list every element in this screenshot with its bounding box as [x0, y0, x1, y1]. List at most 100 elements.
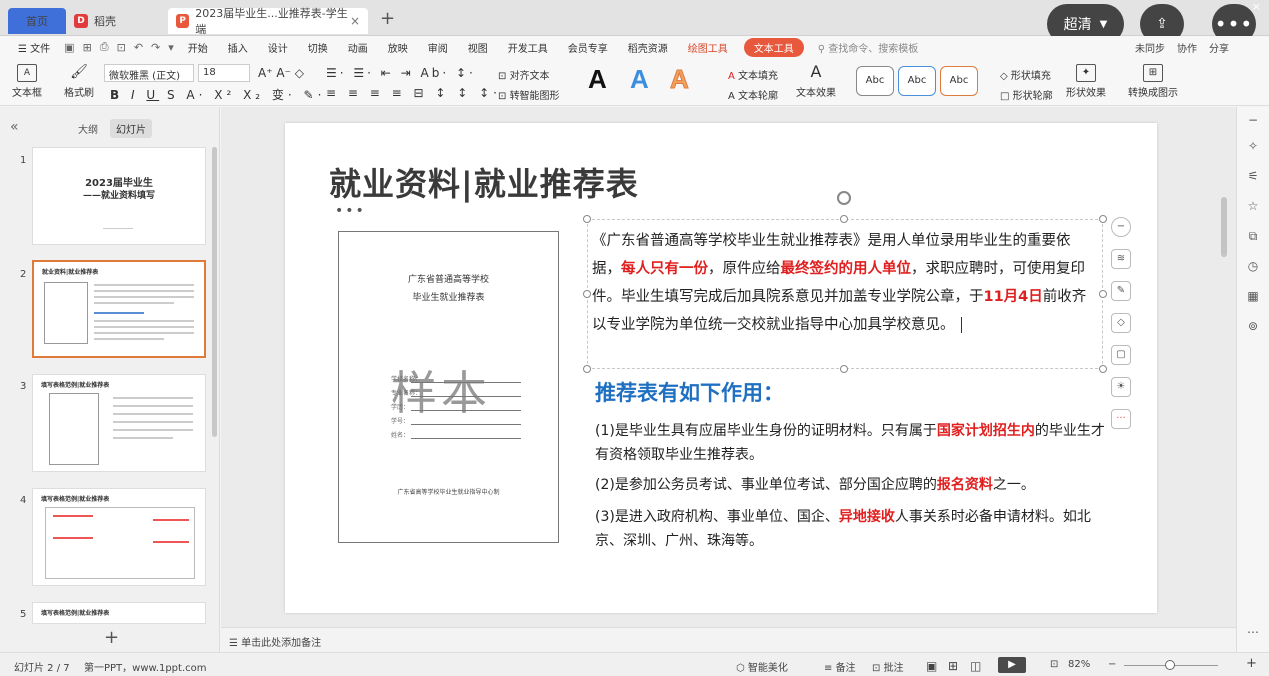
play-slideshow-button[interactable]: ▶ [998, 657, 1026, 673]
minimize-icon[interactable]: − [1245, 113, 1261, 129]
rotate-handle[interactable] [837, 191, 851, 205]
tab-home[interactable]: 首页 [8, 8, 66, 34]
menu-developer[interactable]: 开发工具 [498, 40, 558, 55]
redo-icon[interactable]: ↷ [147, 41, 164, 54]
save-icon[interactable]: ▣ [60, 41, 78, 54]
resize-handle[interactable] [583, 215, 591, 223]
menu-design[interactable]: 设计 [258, 40, 298, 55]
list-buttons[interactable]: ☰· ☰· ⇤ ⇥ Ab· ↕· [326, 66, 476, 80]
text-style-black[interactable]: A [588, 64, 607, 95]
resize-handle[interactable] [583, 290, 591, 298]
text-style-blue[interactable]: A [630, 64, 649, 95]
text-style-orange[interactable]: A [670, 64, 690, 95]
format-painter-button[interactable]: 🖌 格式刷 [64, 64, 94, 99]
new-tab-button[interactable]: + [380, 8, 395, 29]
shape-style-2[interactable]: Abc [898, 66, 936, 96]
slide-thumbnail-1[interactable]: 2023届毕业生 ——就业资料填写 [32, 147, 206, 245]
menu-animation[interactable]: 动画 [338, 40, 378, 55]
share-menu-button[interactable]: 分享 [1209, 40, 1229, 55]
zoom-in-button[interactable]: + [1246, 656, 1257, 671]
font-size-adjust[interactable]: A⁺ A⁻ ◇ [258, 66, 304, 80]
frame-icon[interactable]: ▢ [1111, 345, 1131, 365]
menu-transition[interactable]: 切换 [298, 40, 338, 55]
command-search[interactable]: ⚲ 查找命令、搜索模板 [818, 40, 919, 55]
paragraph-align-buttons[interactable]: ≡ ≡ ≡ ≡ ⊟ ↕ ↕ ↕· [326, 86, 501, 100]
normal-view-icon[interactable]: ▣ [926, 659, 937, 673]
text-outline-button[interactable]: A 文本轮廓 [728, 87, 778, 102]
slide-canvas[interactable]: 就业资料|就业推荐表 ••• 广东省普通高等学校 毕业生就业推荐表 样本 学校名… [285, 123, 1157, 613]
slide-title[interactable]: 就业资料|就业推荐表 [329, 159, 639, 205]
zoom-out-button[interactable]: − [1108, 659, 1116, 670]
text-effect-button[interactable]: A 文本效果 [796, 64, 836, 100]
convert-chart-button[interactable]: ⊞ 转换成图示 [1128, 64, 1178, 99]
tab-docer[interactable]: D 稻壳 [66, 8, 166, 34]
menu-view[interactable]: 视图 [458, 40, 498, 55]
tab-document[interactable]: P 2023届毕业生...业推荐表-学生端 × [168, 7, 368, 36]
slide-thumbnail-3[interactable]: 填写表格范例|就业推荐表 [32, 374, 206, 472]
align-text-button[interactable]: ⊡ 对齐文本 [498, 67, 550, 82]
slides-panel-scrollbar[interactable] [212, 147, 217, 437]
minus-icon[interactable]: − [1111, 217, 1131, 237]
sync-status[interactable]: 未同步 [1135, 40, 1165, 55]
fit-window-icon[interactable]: ⊡ [1050, 659, 1058, 670]
text-fill-button[interactable]: A 文本填充 [728, 67, 778, 82]
print-icon[interactable]: ⎙ [96, 40, 113, 54]
tab-outline[interactable]: 大纲 [78, 121, 98, 136]
notes-bar[interactable]: ☰ 单击此处添加备注 [221, 627, 1236, 652]
reading-view-icon[interactable]: ◫ [970, 659, 981, 673]
font-size-select[interactable]: 18 [198, 64, 250, 82]
editor-scrollbar[interactable] [1221, 197, 1227, 257]
preview-icon[interactable]: ⊡ [113, 41, 130, 54]
menu-docer-resources[interactable]: 稻壳资源 [618, 40, 678, 55]
comment-button[interactable]: ⊡ 批注 [872, 659, 904, 674]
star-icon[interactable]: ☆ [1245, 199, 1261, 215]
chevron-down-icon[interactable]: ▾ [164, 41, 178, 54]
shape-fill-button[interactable]: ◇ 形状填充 [1000, 67, 1051, 82]
close-icon[interactable]: × [350, 14, 360, 28]
menu-drawing-tools[interactable]: 绘图工具 [678, 40, 738, 55]
window-close-icon[interactable]: × [1252, 0, 1261, 13]
body-paragraph[interactable]: 《广东省普通高等学校毕业生就业推荐表》是用人单位录用毕业生的重要依据，每人只有一… [592, 227, 1092, 339]
resize-handle[interactable] [1099, 365, 1107, 373]
bulb-icon[interactable]: ☀ [1111, 377, 1131, 397]
font-name-select[interactable]: 微软雅黑 (正文) [104, 64, 194, 82]
zoom-level[interactable]: 82% [1068, 659, 1090, 670]
layers-icon[interactable]: ≋ [1111, 249, 1131, 269]
copy-icon[interactable]: ⧉ [1245, 229, 1261, 245]
resize-handle[interactable] [1099, 290, 1107, 298]
shape-style-3[interactable]: Abc [940, 66, 978, 96]
slide-thumbnail-5[interactable]: 填写表格范例|就业推荐表 [32, 602, 206, 624]
slide-thumbnail-2[interactable]: 就业资料|就业推荐表 [32, 260, 206, 358]
undo-icon[interactable]: ↶ [130, 41, 147, 54]
menu-file[interactable]: ☰ 文件 [0, 40, 60, 55]
resize-handle[interactable] [1099, 215, 1107, 223]
clock-icon[interactable]: ◷ [1245, 259, 1261, 275]
collapse-panel-icon[interactable]: « [10, 119, 19, 135]
export-icon[interactable]: ⊞ [79, 41, 96, 54]
menu-review[interactable]: 审阅 [418, 40, 458, 55]
more-options-icon[interactable]: ··· [1111, 409, 1131, 429]
settings-sliders-icon[interactable]: ⚟ [1245, 169, 1261, 185]
image-icon[interactable]: ▦ [1245, 289, 1261, 305]
shape-style-1[interactable]: Abc [856, 66, 894, 96]
textbox-button[interactable]: A 文本框 [12, 64, 42, 99]
shape-effect-button[interactable]: ✦ 形状效果 [1066, 64, 1106, 99]
convert-smart-art-button[interactable]: ⊡ 转智能图形 [498, 87, 560, 102]
location-icon[interactable]: ⊚ [1245, 319, 1261, 335]
grid-view-icon[interactable]: ⊞ [948, 659, 958, 673]
notes-toggle-button[interactable]: ≡ 备注 [824, 659, 856, 674]
list-item[interactable]: (3)是进入政府机构、事业单位、国企、异地接收人事关系时必备申请材料。如北京、深… [595, 505, 1115, 553]
list-item[interactable]: (2)是参加公务员考试、事业单位考试、部分国企应聘的报名资料之一。 [595, 473, 1115, 497]
zoom-slider-knob[interactable] [1165, 660, 1175, 670]
menu-text-tools[interactable]: 文本工具 [743, 37, 804, 57]
resize-handle[interactable] [840, 215, 848, 223]
pin-icon[interactable]: ✧ [1245, 139, 1261, 155]
menu-start[interactable]: 开始 [178, 40, 218, 55]
collab-button[interactable]: 协作 [1177, 40, 1197, 55]
resize-handle[interactable] [583, 365, 591, 373]
fill-icon[interactable]: ◇ [1111, 313, 1131, 333]
list-item[interactable]: (1)是毕业生具有应届毕业生身份的证明材料。只有属于国家计划招生内的毕业生才有资… [595, 419, 1115, 467]
slide-thumbnail-4[interactable]: 填写表格范例|就业推荐表 [32, 488, 206, 586]
menu-insert[interactable]: 插入 [218, 40, 258, 55]
menu-member[interactable]: 会员专享 [558, 40, 618, 55]
